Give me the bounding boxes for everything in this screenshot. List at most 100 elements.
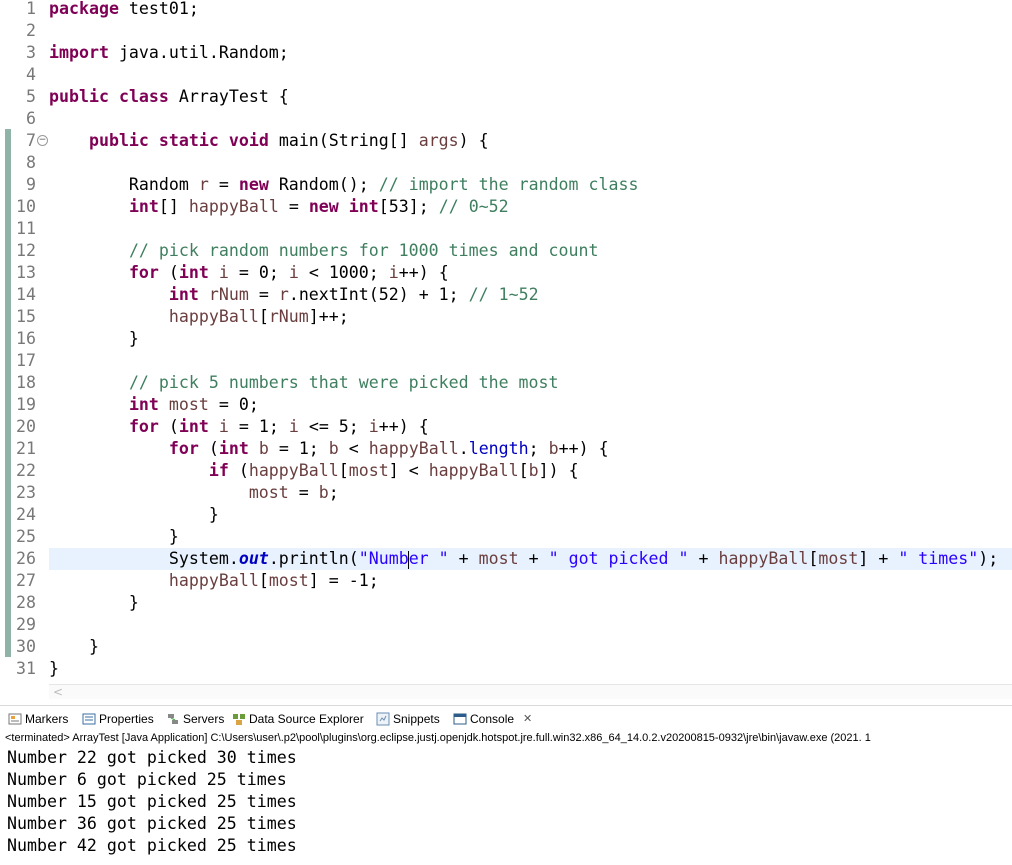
line-number: 3 xyxy=(26,43,36,62)
line-number: 15 xyxy=(16,307,36,326)
code-text: // pick 5 numbers that were picked the m… xyxy=(128,373,559,392)
code-line[interactable]: 29 xyxy=(0,614,1012,636)
code-text: int rNum = r.nextInt(52) + 1; // 1~52 xyxy=(168,285,539,304)
tab-servers[interactable]: Servers xyxy=(166,710,224,728)
code-line[interactable]: 1 package test01; xyxy=(0,0,1012,20)
code-text: import java.util.Random; xyxy=(49,43,289,62)
line-number: 14 xyxy=(16,285,36,304)
line-number: 18 xyxy=(16,373,36,392)
code-line[interactable]: 18 // pick 5 numbers that were picked th… xyxy=(0,372,1012,394)
code-line[interactable]: 10 int[] happyBall = new int[53]; // 0~5… xyxy=(0,196,1012,218)
code-line[interactable]: 15 happyBall[rNum]++; xyxy=(0,306,1012,328)
tab-label: Servers xyxy=(183,712,225,726)
code-line[interactable]: 26 System.out.println("Number " + most +… xyxy=(16,548,1012,570)
line-number: 19 xyxy=(16,395,36,414)
tab-label: Snippets xyxy=(393,712,440,726)
code-line[interactable]: 11 xyxy=(0,218,1012,240)
line-number: 23 xyxy=(16,483,36,502)
code-text: public class ArrayTest { xyxy=(49,87,289,106)
code-line[interactable]: 25 } xyxy=(0,526,1012,548)
code-line[interactable]: 13 for (int i = 0; i < 1000; i++) { xyxy=(0,262,1012,284)
line-number: 25 xyxy=(16,527,36,546)
code-line[interactable]: 28 } xyxy=(0,592,1012,614)
code-line[interactable]: 16 } xyxy=(0,328,1012,350)
properties-icon xyxy=(82,712,96,726)
line-number: 30 xyxy=(16,637,36,656)
line-number: 12 xyxy=(16,241,36,260)
code-text: happyBall[most] = -1; xyxy=(168,571,379,590)
code-line[interactable]: 7− public static void main(String[] args… xyxy=(0,130,1012,152)
code-line[interactable]: 19 int most = 0; xyxy=(0,394,1012,416)
line-number: 11 xyxy=(16,219,36,238)
code-line[interactable]: 4 xyxy=(0,64,1012,86)
code-line[interactable]: 22 if (happyBall[most] < happyBall[b]) { xyxy=(0,460,1012,482)
line-number: 1 xyxy=(26,0,36,18)
code-line[interactable]: 3 import java.util.Random; xyxy=(0,42,1012,64)
line-number: 31 xyxy=(16,659,36,678)
console-output[interactable]: Number 22 got picked 30 times Number 6 g… xyxy=(0,747,1012,865)
console-status: <terminated> ArrayTest [Java Application… xyxy=(5,732,871,744)
line-number: 5 xyxy=(26,87,36,106)
tab-data-source-explorer[interactable]: Data Source Explorer xyxy=(232,710,364,728)
servers-icon xyxy=(166,712,180,726)
code-text: } xyxy=(49,329,139,348)
tab-label: Data Source Explorer xyxy=(249,712,364,726)
line-number: 28 xyxy=(16,593,36,612)
close-icon[interactable]: ✕ xyxy=(523,710,532,728)
code-line[interactable]: 2 xyxy=(0,20,1012,42)
code-text: } xyxy=(49,637,99,656)
console-icon xyxy=(453,712,467,726)
code-line[interactable]: 27 happyBall[most] = -1; xyxy=(0,570,1012,592)
code-line[interactable]: 14 int rNum = r.nextInt(52) + 1; // 1~52 xyxy=(0,284,1012,306)
line-number: 13 xyxy=(16,263,36,282)
tab-console[interactable]: Console ✕ xyxy=(453,710,532,728)
code-text: System.out.println("Number " + most + " … xyxy=(49,549,999,569)
console-line: Number 6 got picked 25 times xyxy=(7,770,287,789)
line-number: 9 xyxy=(26,175,36,194)
line-number: 6 xyxy=(26,109,36,128)
views-tab-bar: Markers Properties Servers Data Source E… xyxy=(0,705,1012,730)
code-line[interactable]: 30 } xyxy=(0,636,1012,658)
line-number: 20 xyxy=(16,417,36,436)
tab-snippets[interactable]: Snippets xyxy=(376,710,440,728)
line-number: 27 xyxy=(16,571,36,590)
data-source-explorer-icon xyxy=(232,712,246,726)
code-line[interactable]: 24 } xyxy=(0,504,1012,526)
code-text: most = b; xyxy=(248,483,339,502)
code-line[interactable]: 21 for (int b = 1; b < happyBall.length;… xyxy=(0,438,1012,460)
line-number: 21 xyxy=(16,439,36,458)
code-line[interactable]: 6 xyxy=(0,108,1012,130)
line-number: 4 xyxy=(26,65,36,84)
code-line[interactable]: 17 xyxy=(0,350,1012,372)
code-line[interactable]: 8 xyxy=(0,152,1012,174)
tab-markers[interactable]: Markers xyxy=(8,710,68,728)
tab-label: Properties xyxy=(99,712,154,726)
line-number: 7 xyxy=(26,131,36,150)
code-text: for (int i = 1; i <= 5; i++) { xyxy=(128,417,429,436)
code-line[interactable]: 12 // pick random numbers for 1000 times… xyxy=(0,240,1012,262)
console-line: Number 36 got picked 25 times xyxy=(7,814,297,833)
code-text: if (happyBall[most] < happyBall[b]) { xyxy=(208,461,579,480)
code-line[interactable]: 5 public class ArrayTest { xyxy=(0,86,1012,108)
code-text: } xyxy=(49,505,219,524)
line-number: 8 xyxy=(26,153,36,172)
line-number: 29 xyxy=(16,615,36,634)
code-text: for (int i = 0; i < 1000; i++) { xyxy=(128,263,449,282)
tab-label: Console xyxy=(470,712,515,726)
line-number: 26 xyxy=(16,549,36,568)
code-line[interactable]: 20 for (int i = 1; i <= 5; i++) { xyxy=(0,416,1012,438)
fold-toggle-icon[interactable]: − xyxy=(37,135,48,146)
code-line[interactable]: 9 Random r = new Random(); // import the… xyxy=(0,174,1012,196)
code-text: int[] happyBall = new int[53]; // 0~52 xyxy=(128,197,509,216)
code-line[interactable]: 23 most = b; xyxy=(0,482,1012,504)
code-editor[interactable]: 1 package test01; 2 3 import java.util.Rando… xyxy=(0,0,1012,680)
line-number: 24 xyxy=(16,505,36,524)
line-number: 2 xyxy=(26,21,36,40)
code-line[interactable]: 31} xyxy=(0,658,1012,680)
horizontal-scrollbar[interactable]: < xyxy=(49,684,1012,699)
scroll-left-icon[interactable]: < xyxy=(53,685,63,699)
code-text: happyBall[rNum]++; xyxy=(168,307,349,326)
line-number: 10 xyxy=(16,197,36,216)
console-line: Number 15 got picked 25 times xyxy=(7,792,297,811)
tab-properties[interactable]: Properties xyxy=(82,710,154,728)
